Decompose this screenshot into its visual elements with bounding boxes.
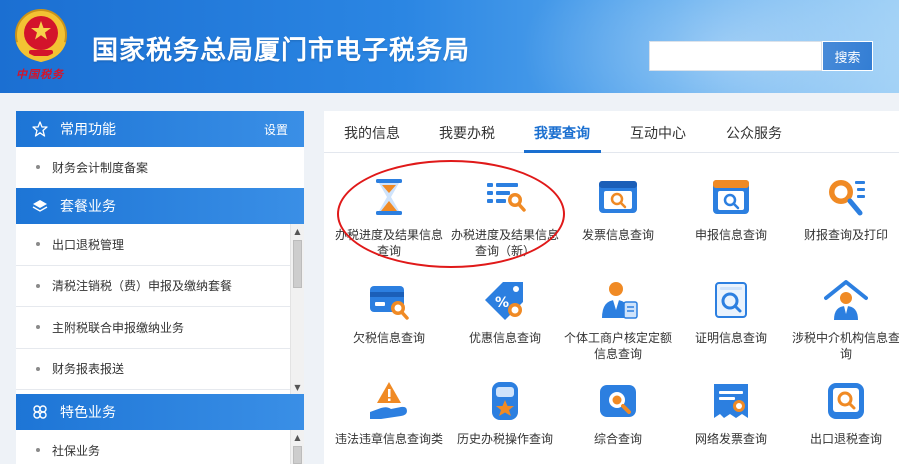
active-tab-indicator bbox=[524, 150, 601, 153]
sidebar-group-package[interactable]: 套餐业务 bbox=[16, 188, 304, 224]
tile-label: 发票信息查询 bbox=[581, 228, 654, 242]
tab-public-service[interactable]: 公众服务 bbox=[726, 123, 782, 143]
sidebar-group-title: 常用功能 bbox=[60, 122, 116, 138]
tile-label: 优惠信息查询 bbox=[468, 331, 541, 345]
search-button[interactable]: 搜索 bbox=[822, 41, 873, 71]
site-header: 中国税务 国家税务总局厦门市电子税务局 搜索 bbox=[0, 0, 899, 93]
sidebar-list-common: 财务会计制度备案 bbox=[16, 147, 304, 188]
tile-label: 欠税信息查询 bbox=[352, 331, 425, 345]
sidebar-group-common[interactable]: 常用功能 设置 bbox=[16, 111, 304, 147]
comprehensive-search-icon bbox=[600, 385, 636, 417]
tile-network-invoice-query[interactable]: 网络发票查询 bbox=[676, 379, 786, 447]
certificate-search-icon bbox=[715, 282, 747, 318]
tile-label: 财报查询及打印 bbox=[803, 228, 888, 242]
declaration-search-icon bbox=[713, 180, 749, 214]
sidebar-list-package: 出口退税管理 清税注销税（费）申报及缴纳套餐 主附税联合申报缴纳业务 财务报表报… bbox=[16, 224, 304, 394]
sidebar-group-featured[interactable]: 特色业务 bbox=[16, 394, 304, 430]
tab-interaction[interactable]: 互动中心 bbox=[630, 123, 686, 143]
scroll-down-icon[interactable]: ▼ bbox=[291, 380, 304, 394]
tile-label: 办税进度及结果信息查询（新） bbox=[450, 228, 559, 258]
tile-label: 历史办税操作查询 bbox=[456, 432, 553, 446]
agency-house-icon bbox=[824, 280, 868, 320]
sidebar-group-title: 特色业务 bbox=[60, 405, 116, 421]
tile-tax-agency-query[interactable]: 涉税中介机构信息查询 bbox=[791, 278, 899, 362]
tile-individual-quota-query[interactable]: 个体工商户核定定额信息查询 bbox=[563, 278, 673, 362]
tab-bar: 我的信息 我要办税 我要查询 互动中心 公众服务 bbox=[324, 111, 899, 153]
report-search-icon bbox=[829, 180, 865, 216]
sidebar-item[interactable]: 财务报表报送 bbox=[16, 349, 304, 390]
sidebar-scrollbar[interactable]: ▲ ▼ bbox=[290, 224, 304, 394]
site-title: 国家税务总局厦门市电子税务局 bbox=[92, 36, 471, 66]
tile-history-operation-query[interactable]: 历史办税操作查询 bbox=[450, 379, 560, 447]
sidebar-item[interactable]: 财务会计制度备案 bbox=[16, 147, 304, 188]
person-doc-icon bbox=[602, 282, 638, 319]
network-invoice-icon bbox=[714, 384, 748, 418]
tab-query[interactable]: 我要查询 bbox=[534, 123, 590, 143]
search-input[interactable] bbox=[649, 41, 822, 71]
sidebar-item[interactable]: 出口退税管理 bbox=[16, 224, 304, 266]
clover-icon bbox=[32, 404, 48, 420]
tile-tax-arrears-query[interactable]: 欠税信息查询 bbox=[334, 278, 444, 346]
card-search-icon bbox=[370, 286, 409, 320]
sidebar-list-featured: 社保业务 ▲ bbox=[16, 430, 304, 464]
tile-tax-progress-new[interactable]: 办税进度及结果信息查询（新） bbox=[450, 175, 560, 259]
hourglass-icon bbox=[376, 179, 402, 215]
tile-report-query-print[interactable]: 财报查询及打印 bbox=[791, 175, 899, 243]
tile-preferential-query[interactable]: % 优惠信息查询 bbox=[450, 278, 560, 346]
scroll-up-icon[interactable]: ▲ bbox=[291, 430, 304, 444]
sidebar-group-title: 套餐业务 bbox=[60, 199, 116, 215]
tile-comprehensive-query[interactable]: 综合查询 bbox=[563, 379, 673, 447]
warning-hand-icon bbox=[370, 382, 407, 419]
star-icon bbox=[32, 121, 48, 137]
tile-label: 申报信息查询 bbox=[694, 228, 767, 242]
sidebar-scrollbar[interactable]: ▲ bbox=[290, 430, 304, 464]
tile-certificate-query[interactable]: 证明信息查询 bbox=[676, 278, 786, 346]
discount-tag-icon: % bbox=[485, 282, 523, 320]
history-star-icon bbox=[492, 382, 518, 420]
tile-label: 涉税中介机构信息查询 bbox=[791, 331, 899, 361]
tile-export-refund-query[interactable]: 出口退税查询 bbox=[791, 379, 899, 447]
scroll-thumb[interactable] bbox=[293, 240, 302, 288]
invoice-search-icon bbox=[599, 181, 637, 213]
tab-tax-handling[interactable]: 我要办税 bbox=[439, 123, 495, 143]
scroll-thumb[interactable] bbox=[293, 446, 302, 464]
layers-icon bbox=[32, 198, 48, 214]
tile-label: 网络发票查询 bbox=[694, 432, 767, 446]
sidebar-item[interactable]: 社保业务 bbox=[16, 430, 304, 464]
emblem-caption: 中国税务 bbox=[16, 68, 64, 81]
list-search-icon bbox=[487, 183, 526, 212]
sidebar: 常用功能 设置 财务会计制度备案 套餐业务 出口退税管理 清税注销税（费）申报及… bbox=[16, 111, 304, 464]
settings-link[interactable]: 设置 bbox=[264, 121, 288, 138]
tab-my-info[interactable]: 我的信息 bbox=[344, 123, 400, 143]
export-refund-icon bbox=[828, 383, 864, 419]
tile-declaration-query[interactable]: 申报信息查询 bbox=[676, 175, 786, 243]
main-panel: 我的信息 我要办税 我要查询 互动中心 公众服务 办税进度及结果信息查询 办税进… bbox=[324, 111, 899, 464]
tile-label: 出口退税查询 bbox=[809, 432, 882, 446]
tile-label: 个体工商户核定定额信息查询 bbox=[563, 331, 672, 361]
tile-tax-progress[interactable]: 办税进度及结果信息查询 bbox=[334, 175, 444, 259]
svg-text:%: % bbox=[495, 295, 509, 311]
tile-invoice-query[interactable]: 发票信息查询 bbox=[563, 175, 673, 243]
tile-label: 违法违章信息查询类 bbox=[334, 432, 443, 446]
tax-emblem-icon bbox=[15, 9, 67, 63]
tile-label: 证明信息查询 bbox=[694, 331, 767, 345]
sidebar-item[interactable]: 清税注销税（费）申报及缴纳套餐 bbox=[16, 266, 304, 307]
sidebar-item[interactable]: 主附税联合申报缴纳业务 bbox=[16, 307, 304, 349]
tile-label: 办税进度及结果信息查询 bbox=[334, 228, 443, 258]
tile-label: 综合查询 bbox=[593, 432, 642, 446]
tile-violation-query[interactable]: 违法违章信息查询类 bbox=[334, 379, 444, 447]
scroll-up-icon[interactable]: ▲ bbox=[291, 224, 304, 238]
